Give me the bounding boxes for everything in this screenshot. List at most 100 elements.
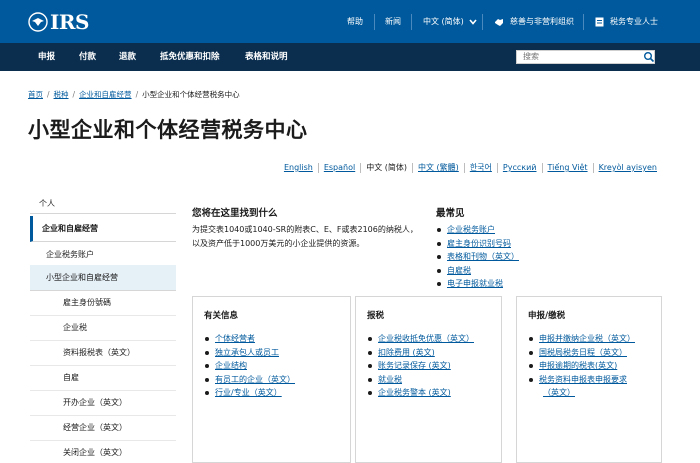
popular-links: 企业税务账户 雇主身份识别号码 表格和刊物（英文） 自雇税 电子申报就业税 [436,223,519,291]
find-description: 为提交表1040或1040-SR的附表C、E、F或表2106的纳税人，以及资产低… [192,225,418,248]
list-item: 申报逾期的税表(英文) [528,359,635,373]
nav-pay[interactable]: 付款 [79,43,96,71]
card-link[interactable]: 企业结构 [215,361,247,370]
list-item: 账务记录保存 (英文) [367,359,474,373]
card-link[interactable]: （英文） [543,388,575,397]
list-item: 企业结构 [204,359,295,373]
breadcrumb-separator: / [135,90,139,99]
link-business-tax-account[interactable]: 企业税务账户 [447,225,495,234]
list-item: 企业税务警本 (英文) [367,386,474,400]
search-icon[interactable] [643,51,655,63]
divider [583,14,584,30]
list-item: 企业税务账户 [436,223,519,237]
breadcrumb-business[interactable]: 企业和自雇经营 [79,90,132,99]
sidebar-item-business[interactable]: 企业和自雇经营 [30,216,176,242]
list-item: 企业税收抵免优惠（英文） [367,332,474,346]
card-link[interactable]: 个体经营者 [215,334,255,343]
sidebar-item-small-business[interactable]: 小型企业和自雇经营 [30,265,176,291]
language-label: 中文 (简体) [423,17,464,26]
list-item: 税务资料申报表申报要求 [528,373,635,387]
sidebar-item-information-returns[interactable]: 资料报税表（英文） [30,340,176,366]
card-link[interactable]: 扣除费用 (英文) [378,348,435,357]
list-item: 个体经营者 [204,332,295,346]
sidebar-item-operating-business[interactable]: 经营企业（英文） [30,415,176,441]
card-tax-reporting: 报税 企业税收抵免优惠（英文） 扣除费用 (英文) 账务记录保存 (英文) 就业… [355,296,502,463]
link-forms-publications[interactable]: 表格和刊物（英文） [447,252,519,261]
nav-forms-instructions[interactable]: 表格和说明 [245,43,288,71]
charities-label: 慈善与非营利组织 [510,17,574,26]
lang-chinese-traditional[interactable]: 中文 (繁體) [412,163,464,173]
sidebar-item-individuals[interactable]: 个人 [30,193,176,214]
list-item: 国税局税务日程（英文） [528,346,635,360]
document-icon [595,17,604,26]
sidebar-item-starting-business[interactable]: 开办企业（英文） [30,390,176,416]
link-ein[interactable]: 雇主身份识别号码 [447,239,511,248]
search-input[interactable]: 搜索 [516,50,655,64]
language-selector[interactable]: 中文 (简体) [423,0,477,43]
help-label: 帮助 [347,17,363,26]
language-switcher: English Español 中文 (简体) 中文 (繁體) 한국어 Русс… [284,163,662,173]
card-links: 个体经营者 独立承包人或员工 企业结构 有员工的企业（英文） 行业/专业（英文） [204,332,295,400]
help-link[interactable]: 帮助 [347,0,363,43]
link-self-employment-tax[interactable]: 自雇税 [447,266,471,275]
card-file-pay: 申报/缴税 申报并缴纳企业税（英文） 国税局税务日程（英文） 申报逾期的税表(英… [516,296,662,463]
list-item: 就业税 [367,373,474,387]
list-item: 行业/专业（英文） [204,386,295,400]
nav-refunds[interactable]: 退款 [119,43,136,71]
lang-vietnamese[interactable]: Tiếng Việt [541,163,593,173]
list-item: 独立承包人或员工 [204,346,295,360]
sidebar-item-business-taxes[interactable]: 企业税 [30,315,176,341]
card-link[interactable]: 申报逾期的税表(英文) [539,361,617,370]
breadcrumb-tax-types[interactable]: 税种 [54,90,69,99]
card-link[interactable]: 账务记录保存 (英文) [378,361,451,370]
card-link[interactable]: 独立承包人或员工 [215,348,279,357]
lang-spanish[interactable]: Español [317,163,360,173]
list-item-continued: （英文） [528,386,635,400]
popular-heading: 最常见 [436,208,465,219]
breadcrumb-separator: / [47,90,50,99]
eagle-icon [28,12,48,32]
card-link[interactable]: 有员工的企业（英文） [215,375,295,384]
card-link[interactable]: 企业税收抵免优惠（英文） [378,334,474,343]
card-link[interactable]: 申报并缴纳企业税（英文） [539,334,635,343]
news-label: 新闻 [385,17,401,26]
breadcrumb-separator: / [72,90,76,99]
breadcrumb-home[interactable]: 首页 [28,90,43,99]
nav-credits-deductions[interactable]: 抵免优惠和扣除 [160,43,220,71]
sidebar-item-ein[interactable]: 雇主身份號碼 [30,290,176,316]
card-links: 企业税收抵免优惠（英文） 扣除费用 (英文) 账务记录保存 (英文) 就业税 企… [367,332,474,400]
card-title: 报税 [367,311,385,321]
list-item: 有员工的企业（英文） [204,373,295,387]
card-link[interactable]: 就业税 [378,375,402,384]
nav-file[interactable]: 申报 [38,43,55,71]
charities-link[interactable]: 慈善与非营利组织 [494,0,574,43]
card-link[interactable]: 税务资料申报表申报要求 [539,375,627,384]
breadcrumb-current: 小型企业和个体经营税务中心 [142,90,240,99]
card-related-info: 有关信息 个体经营者 独立承包人或员工 企业结构 有员工的企业（英文） 行业/专… [192,296,351,463]
sidebar-item-closing-business[interactable]: 关闭企业（英文） [30,440,176,463]
find-heading: 您将在这里找到什么 [192,208,278,219]
handshake-icon [495,18,503,26]
news-link[interactable]: 新闻 [385,0,401,43]
card-link[interactable]: 企业税务警本 (英文) [378,388,451,397]
lang-haitian-creole[interactable]: Kreyòl ayisyen [592,163,662,173]
list-item: 申报并缴纳企业税（英文） [528,332,635,346]
card-title: 申报/缴税 [528,311,566,321]
divider [482,14,483,30]
card-title: 有关信息 [204,311,239,321]
tax-pros-link[interactable]: 税务专业人士 [595,0,658,43]
card-link[interactable]: 国税局税务日程（英文） [539,348,627,357]
lang-korean[interactable]: 한국어 [463,163,497,173]
lang-russian[interactable]: Русский [496,163,542,173]
card-link[interactable]: 行业/专业（英文） [215,388,282,397]
list-item: 表格和刊物（英文） [436,250,519,264]
lang-english[interactable]: English [279,163,318,173]
chevron-down-icon [469,18,477,25]
list-item: 电子申报就业税 [436,277,519,291]
irs-logo[interactable]: IRS [28,11,89,33]
link-efile-employment-tax[interactable]: 电子申报就业税 [447,279,503,288]
breadcrumb: 首页 / 税种 / 企业和自雇经营 / 小型企业和个体经营税务中心 [28,89,240,100]
tax-pros-label: 税务专业人士 [610,17,658,26]
sidebar-item-self-employed[interactable]: 自雇 [30,365,176,391]
lang-chinese-simplified: 中文 (简体) [360,163,412,173]
